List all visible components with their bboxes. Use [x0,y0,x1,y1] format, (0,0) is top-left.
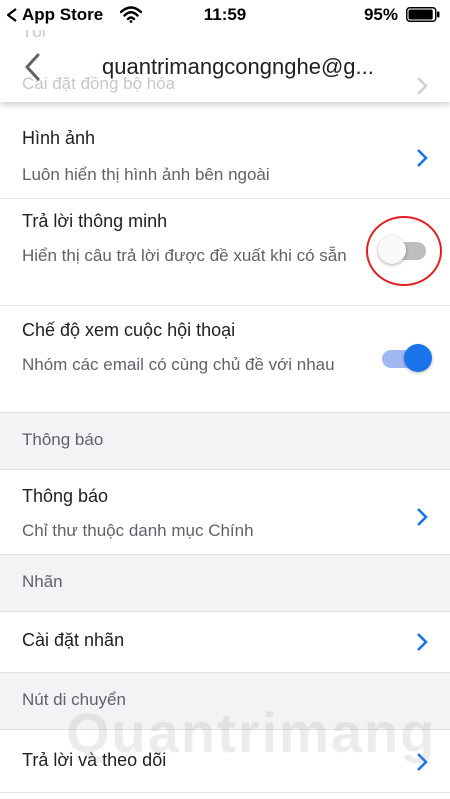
conversation-view-subtitle: Nhóm các email có cùng chủ đề với nhau [22,355,335,374]
chevron-right-icon [417,508,428,526]
notifications-title: Thông báo [22,486,109,506]
battery-percent: 95% [363,5,398,24]
conversation-view-toggle[interactable] [378,342,432,376]
section-header-labels: Nhãn [0,555,450,612]
section-label: Thông báo [22,430,104,449]
toggle-knob [404,344,432,372]
label-settings-title: Cài đặt nhãn [22,630,125,650]
account-title: quantrimangcongnghe@g... [102,54,374,79]
notifications-row[interactable]: Thông báo Chỉ thư thuộc danh mục Chính [0,470,450,555]
smart-reply-title: Trả lời thông minh [22,211,168,231]
images-row[interactable]: Hình ảnh Luôn hiển thị hình ảnh bên ngoà… [0,102,450,199]
chevron-right-icon [417,633,428,651]
conversation-view-title: Chế độ xem cuộc hội thoại [22,320,236,340]
notifications-subtitle: Chỉ thư thuộc danh mục Chính [22,521,254,540]
smart-reply-subtitle: Hiển thị câu trả lời được đề xuất khi có… [22,246,347,265]
images-title: Hình ảnh [22,128,96,148]
app-header: Tối Cài đặt đồng bộ hóa quantrimangcongn… [0,30,450,102]
back-button[interactable] [18,50,46,84]
section-header-notifications: Thông báo [0,413,450,470]
watermark-logo: Quantrimang [66,701,437,764]
back-arrow-icon [25,53,40,81]
section-label: Nhãn [22,572,63,591]
label-settings-row[interactable]: Cài đặt nhãn [0,612,450,673]
ghost-section-label: Tối [22,30,46,41]
battery-icon [406,7,440,22]
status-bar: App Store 11:59 95% [0,0,450,30]
images-subtitle: Luôn hiển thị hình ảnh bên ngoài [22,165,270,184]
chevron-right-icon [417,149,428,167]
highlight-annotation-circle [366,216,442,286]
settings-list: Hình ảnh Luôn hiển thị hình ảnh bên ngoà… [0,102,450,793]
conversation-view-row: Chế độ xem cuộc hội thoại Nhóm các email… [0,306,450,413]
